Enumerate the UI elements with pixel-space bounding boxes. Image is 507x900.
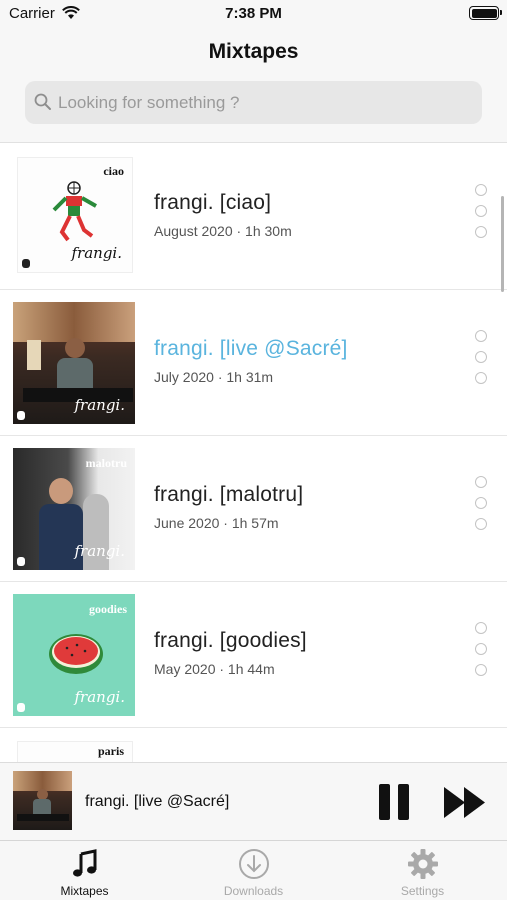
music-note-icon [73, 849, 97, 877]
mixtape-row[interactable]: malotru frangi. frangi. [malotru] June 2… [0, 436, 507, 582]
status-time: 7:38 PM [225, 5, 282, 22]
mixtape-subtitle: July 2020 · 1h 31m [154, 369, 274, 385]
watermelon-illustration [49, 634, 103, 674]
dot-icon [475, 476, 487, 488]
tab-label: Downloads [223, 884, 284, 898]
cover-signature: frangi. [74, 688, 126, 706]
cover-logo-icon [22, 259, 30, 268]
now-playing-title: frangi. [live @Sacré] [85, 793, 230, 810]
cover-art: goodies frangi. [13, 594, 135, 716]
cover-logo-icon [17, 703, 25, 712]
cover-signature: frangi. [74, 542, 126, 560]
mixtape-row[interactable]: paris [0, 728, 507, 762]
now-playing-bar[interactable]: frangi. [live @Sacré] [0, 762, 507, 840]
mixtape-list[interactable]: ciao frangi. frangi. [ciao] August 2020 … [0, 144, 507, 762]
tab-label: Settings [400, 884, 445, 898]
cover-logo-icon [17, 557, 25, 566]
gear-icon [408, 849, 438, 879]
more-options-button[interactable] [475, 476, 489, 534]
dot-icon [475, 226, 487, 238]
dot-icon [475, 664, 487, 676]
cover-art: malotru frangi. [13, 448, 135, 570]
mixtape-title: frangi. [ciao] [154, 191, 272, 214]
download-icon [239, 849, 269, 879]
battery-icon [469, 6, 502, 20]
dot-icon [475, 330, 487, 342]
cover-signature: frangi. [71, 244, 123, 262]
dot-icon [475, 184, 487, 196]
cover-art: paris [17, 741, 133, 762]
tab-downloads[interactable]: Downloads [169, 841, 338, 900]
mixtape-row[interactable]: ciao frangi. frangi. [ciao] August 2020 … [0, 144, 507, 290]
mixtape-title: frangi. [goodies] [154, 629, 307, 652]
now-playing-cover [13, 771, 72, 830]
cover-label: paris [97, 744, 124, 758]
mixtape-subtitle: June 2020 · 1h 57m [154, 515, 279, 531]
cover-art: ciao frangi. [17, 157, 133, 273]
cover-label: ciao [103, 164, 124, 178]
header: Mixtapes [0, 28, 507, 143]
tab-bar: Mixtapes Downloads Settings [0, 840, 507, 900]
pause-icon [379, 784, 390, 820]
pause-button[interactable] [379, 784, 411, 820]
dot-icon [475, 518, 487, 530]
more-options-button[interactable] [475, 622, 489, 680]
dot-icon [475, 643, 487, 655]
cover-label: malotru [85, 456, 127, 470]
mixtape-row[interactable]: goodies frangi. frangi. [goodies] May 20… [0, 582, 507, 728]
tab-label: Mixtapes [60, 884, 109, 898]
mixtape-subtitle: August 2020 · 1h 30m [154, 223, 292, 239]
dot-icon [475, 372, 487, 384]
mascot-illustration [52, 181, 97, 242]
dot-icon [475, 205, 487, 217]
more-options-button[interactable] [475, 330, 489, 388]
page-title: Mixtapes [208, 40, 299, 63]
more-options-button[interactable] [475, 184, 489, 242]
mixtape-title: frangi. [live @Sacré] [154, 337, 348, 360]
search-input[interactable] [58, 81, 468, 124]
cover-logo-icon [17, 411, 25, 420]
mixtape-subtitle: May 2020 · 1h 44m [154, 661, 275, 677]
fast-forward-icon[interactable] [444, 787, 486, 818]
dot-icon [475, 497, 487, 509]
cover-label: goodies [88, 602, 127, 616]
dot-icon [475, 351, 487, 363]
tab-settings[interactable]: Settings [338, 841, 507, 900]
scroll-indicator[interactable] [501, 196, 504, 292]
cover-art: frangi. [13, 302, 135, 424]
mixtape-title: frangi. [malotru] [154, 483, 304, 506]
status-bar: Carrier 7:38 PM [0, 0, 507, 28]
search-icon [34, 93, 51, 110]
mixtape-row[interactable]: frangi. frangi. [live @Sacré] July 2020 … [0, 290, 507, 436]
dot-icon [475, 622, 487, 634]
cover-signature: frangi. [74, 396, 126, 414]
tab-mixtapes[interactable]: Mixtapes [0, 841, 169, 900]
search-bar[interactable] [25, 81, 482, 124]
